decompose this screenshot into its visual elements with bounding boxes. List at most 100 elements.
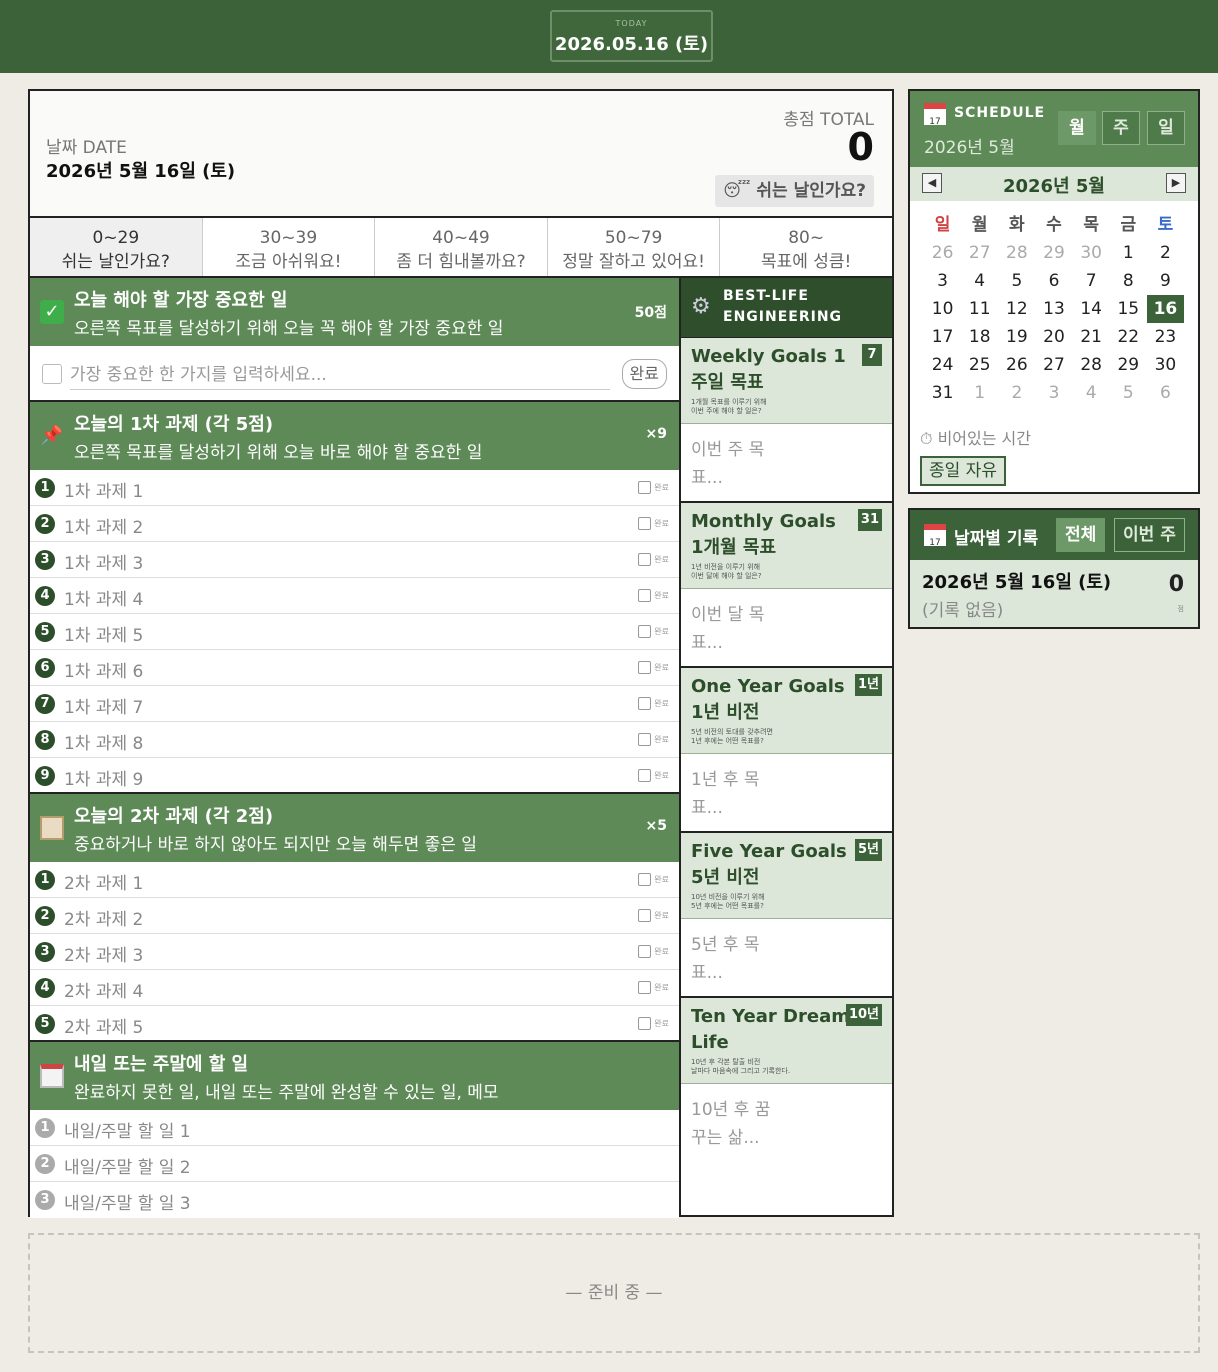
calendar-day[interactable]: 2: [998, 379, 1035, 407]
task-row[interactable]: 5 2차 과제 5 완료: [30, 1006, 679, 1042]
task-label[interactable]: 1차 과제 3: [64, 549, 143, 574]
calendar-day[interactable]: 2: [1147, 239, 1184, 267]
task-row[interactable]: 8 1차 과제 8 완료: [30, 722, 679, 758]
calendar-day[interactable]: 15: [1110, 295, 1147, 323]
calendar-day[interactable]: 4: [1073, 379, 1110, 407]
goal-input[interactable]: 1년 후 목표...: [691, 766, 771, 822]
task-checkbox[interactable]: [638, 945, 651, 958]
task-row[interactable]: 9 1차 과제 9 완료: [30, 758, 679, 794]
calendar-day[interactable]: 29: [1110, 351, 1147, 379]
calendar-day[interactable]: 26: [924, 239, 961, 267]
task-checkbox[interactable]: [638, 1017, 651, 1030]
task-checkbox[interactable]: [638, 909, 651, 922]
task-row[interactable]: 3 내일/주말 할 일 3: [30, 1182, 679, 1218]
task-row[interactable]: 1 2차 과제 1 완료: [30, 862, 679, 898]
task-checkbox[interactable]: [638, 481, 651, 494]
all-day-free-button[interactable]: 종일 자유: [920, 456, 1006, 486]
calendar-day[interactable]: 6: [1147, 379, 1184, 407]
goal-input[interactable]: 10년 후 꿈꾸는 삶...: [691, 1096, 771, 1152]
task-label[interactable]: 내일/주말 할 일 1: [64, 1117, 191, 1142]
calendar-day[interactable]: 27: [1035, 351, 1072, 379]
calendar-day[interactable]: 1: [1110, 239, 1147, 267]
calendar-day[interactable]: 20: [1035, 323, 1072, 351]
task-label[interactable]: 1차 과제 9: [64, 765, 143, 790]
task-row[interactable]: 7 1차 과제 7 완료: [30, 686, 679, 722]
log-week-button[interactable]: 이번 주: [1114, 518, 1185, 552]
calendar-day[interactable]: 30: [1147, 351, 1184, 379]
task-label[interactable]: 2차 과제 2: [64, 905, 143, 930]
task-checkbox[interactable]: [638, 873, 651, 886]
task-row[interactable]: 2 1차 과제 2 완료: [30, 506, 679, 542]
goal-input[interactable]: 5년 후 목표...: [691, 931, 771, 987]
task-label[interactable]: 1차 과제 6: [64, 657, 143, 682]
task-checkbox[interactable]: [638, 981, 651, 994]
calendar-day[interactable]: 23: [1147, 323, 1184, 351]
calendar-day[interactable]: 17: [924, 323, 961, 351]
log-all-button[interactable]: 전체: [1056, 518, 1106, 552]
calendar-day[interactable]: 28: [1073, 351, 1110, 379]
calendar-day[interactable]: 24: [924, 351, 961, 379]
task-label[interactable]: 1차 과제 2: [64, 513, 143, 538]
task-label[interactable]: 2차 과제 4: [64, 977, 143, 1002]
task-checkbox[interactable]: [638, 553, 651, 566]
task-label[interactable]: 1차 과제 1: [64, 477, 143, 502]
calendar-day[interactable]: 27: [961, 239, 998, 267]
task-checkbox[interactable]: [638, 733, 651, 746]
calendar-day[interactable]: 28: [998, 239, 1035, 267]
view-day-button[interactable]: 일: [1147, 111, 1185, 145]
calendar-day[interactable]: 29: [1035, 239, 1072, 267]
important-input[interactable]: [70, 360, 610, 390]
task-label[interactable]: 2차 과제 5: [64, 1013, 143, 1038]
calendar-day[interactable]: 14: [1073, 295, 1110, 323]
task-label[interactable]: 1차 과제 8: [64, 729, 143, 754]
task-row[interactable]: 4 2차 과제 4 완료: [30, 970, 679, 1006]
task-row[interactable]: 3 1차 과제 3 완료: [30, 542, 679, 578]
goal-input[interactable]: 이번 주 목표...: [691, 436, 771, 492]
calendar-day[interactable]: 13: [1035, 295, 1072, 323]
calendar-day[interactable]: 10: [924, 295, 961, 323]
task-row[interactable]: 1 1차 과제 1 완료: [30, 470, 679, 506]
task-checkbox[interactable]: [638, 697, 651, 710]
next-month-button[interactable]: ▶: [1166, 173, 1186, 193]
important-checkbox[interactable]: [42, 364, 62, 384]
calendar-day[interactable]: 8: [1110, 267, 1147, 295]
calendar-day[interactable]: 21: [1073, 323, 1110, 351]
task-row[interactable]: 4 1차 과제 4 완료: [30, 578, 679, 614]
calendar-day[interactable]: 5: [1110, 379, 1147, 407]
calendar-day[interactable]: 3: [1035, 379, 1072, 407]
goal-input[interactable]: 이번 달 목표...: [691, 601, 771, 657]
task-checkbox[interactable]: [638, 517, 651, 530]
task-label[interactable]: 1차 과제 5: [64, 621, 143, 646]
task-label[interactable]: 내일/주말 할 일 3: [64, 1189, 191, 1214]
calendar-day[interactable]: 6: [1035, 267, 1072, 295]
task-checkbox[interactable]: [638, 589, 651, 602]
calendar-day[interactable]: 9: [1147, 267, 1184, 295]
view-week-button[interactable]: 주: [1102, 111, 1140, 145]
calendar-day[interactable]: 16: [1146, 295, 1184, 323]
task-row[interactable]: 5 1차 과제 5 완료: [30, 614, 679, 650]
task-checkbox[interactable]: [638, 661, 651, 674]
task-checkbox[interactable]: [638, 625, 651, 638]
task-row[interactable]: 2 내일/주말 할 일 2: [30, 1146, 679, 1182]
calendar-day[interactable]: 26: [998, 351, 1035, 379]
calendar-day[interactable]: 11: [961, 295, 998, 323]
task-row[interactable]: 2 2차 과제 2 완료: [30, 898, 679, 934]
calendar-day[interactable]: 3: [924, 267, 961, 295]
calendar-day[interactable]: 31: [924, 379, 961, 407]
calendar-day[interactable]: 5: [998, 267, 1035, 295]
calendar-day[interactable]: 12: [998, 295, 1035, 323]
task-row[interactable]: 6 1차 과제 6 완료: [30, 650, 679, 686]
task-label[interactable]: 1차 과제 7: [64, 693, 143, 718]
calendar-day[interactable]: 19: [998, 323, 1035, 351]
calendar-day[interactable]: 30: [1073, 239, 1110, 267]
task-label[interactable]: 2차 과제 1: [64, 869, 143, 894]
calendar-day[interactable]: 4: [961, 267, 998, 295]
task-label[interactable]: 2차 과제 3: [64, 941, 143, 966]
calendar-day[interactable]: 25: [961, 351, 998, 379]
task-row[interactable]: 1 내일/주말 할 일 1: [30, 1110, 679, 1146]
task-label[interactable]: 1차 과제 4: [64, 585, 143, 610]
calendar-day[interactable]: 22: [1110, 323, 1147, 351]
important-done-button[interactable]: 완료: [621, 359, 667, 389]
task-row[interactable]: 3 2차 과제 3 완료: [30, 934, 679, 970]
calendar-day[interactable]: 18: [961, 323, 998, 351]
